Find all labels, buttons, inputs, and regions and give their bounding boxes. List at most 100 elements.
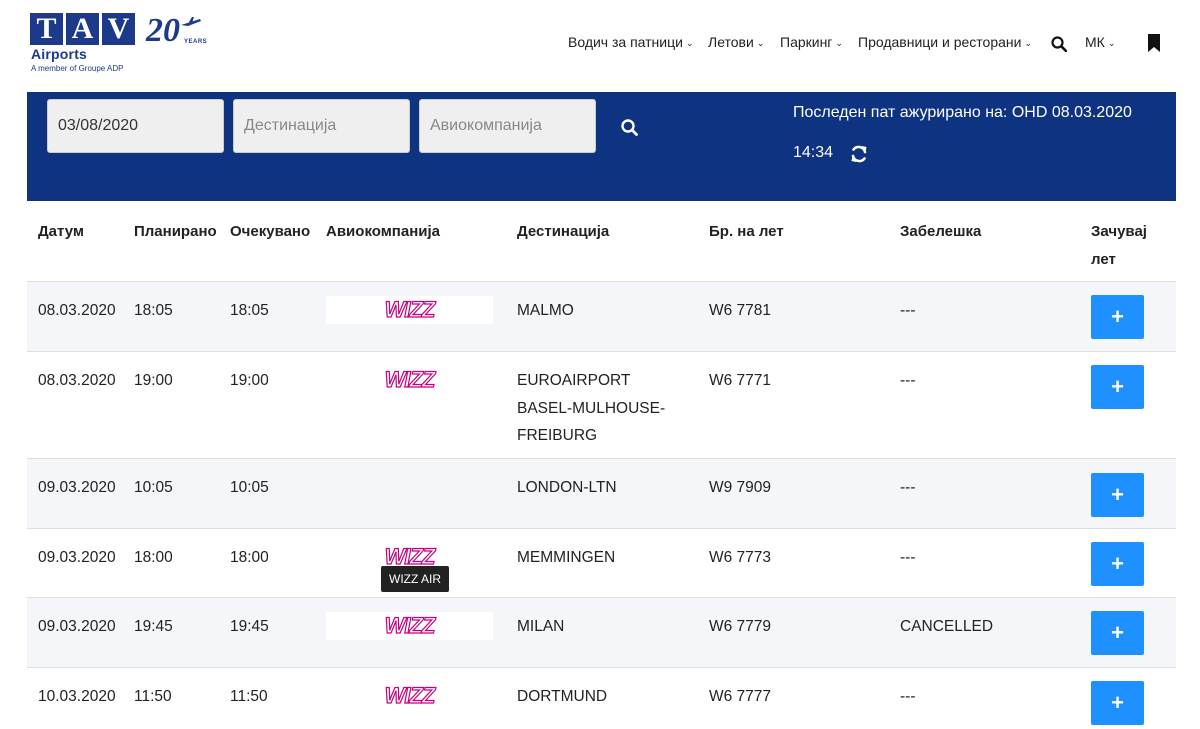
- anniversary-years: YEARS: [184, 39, 208, 45]
- nav-shops-restaurants[interactable]: Продавници и ресторани ⌄: [858, 34, 1032, 50]
- nav-label: Продавници и ресторани: [858, 34, 1022, 50]
- header-save-line1: Зачувај: [1091, 223, 1147, 240]
- cell-planned: 18:00: [134, 549, 173, 566]
- table-row: 09.03.2020 19:45 19:45 WIZZ MILAN W6 777…: [27, 597, 1176, 667]
- destination-line: FREIBURG: [517, 427, 598, 444]
- cell-date: 10.03.2020: [38, 688, 116, 705]
- chevron-down-icon: ⌄: [685, 38, 694, 48]
- cell-flight-number: W6 7781: [709, 302, 772, 319]
- cell-planned: 19:00: [134, 372, 173, 389]
- cell-date: 08.03.2020: [38, 302, 116, 319]
- language-label: МК: [1085, 34, 1105, 50]
- cell-destination: MALMO: [517, 302, 574, 319]
- cell-date: 09.03.2020: [38, 479, 116, 496]
- cell-expected: 11:50: [230, 688, 268, 705]
- header-destination: Дестинација: [517, 223, 610, 240]
- cell-date: 08.03.2020: [38, 372, 116, 389]
- airline-logo: WIZZ: [326, 366, 493, 394]
- airline-input[interactable]: [419, 99, 596, 153]
- flight-search-bar: Последен пат ажурирано на: OHD 08.03.202…: [27, 92, 1176, 201]
- cell-destination: MILAN: [517, 618, 565, 635]
- table-row: 10.03.2020 11:50 11:50 WIZZ DORTMUND W6 …: [27, 667, 1176, 729]
- cell-expected: 18:00: [230, 549, 269, 566]
- refresh-icon[interactable]: [849, 144, 869, 164]
- nav-passenger-guide[interactable]: Водич за патници ⌄: [568, 34, 694, 50]
- search-icon[interactable]: [1051, 36, 1067, 52]
- language-selector[interactable]: МК ⌄: [1085, 34, 1115, 50]
- save-flight-button[interactable]: +: [1091, 681, 1144, 725]
- cell-date: 09.03.2020: [38, 618, 116, 635]
- airline-logo: WIZZ: [326, 682, 493, 710]
- destination-input[interactable]: [233, 99, 410, 153]
- cell-note: CANCELLED: [900, 618, 994, 635]
- tav-letters: T A V: [30, 13, 135, 45]
- header-note: Забелешка: [900, 223, 982, 240]
- chevron-down-icon: ⌄: [756, 38, 765, 48]
- cell-destination: DORTMUND: [517, 688, 608, 705]
- logo-airports-text: Airports: [31, 46, 88, 62]
- save-flight-button[interactable]: +: [1091, 542, 1144, 586]
- cell-expected: 10:05: [230, 479, 269, 496]
- plane-icon: [181, 17, 201, 26]
- table-header: Датум Планирано Очекувано Авиокомпанија …: [27, 201, 1176, 281]
- cell-flight-number: W6 7777: [709, 688, 772, 705]
- header-expected: Очекувано: [230, 223, 311, 240]
- chevron-down-icon: ⌄: [1107, 38, 1116, 48]
- cell-planned: 19:45: [134, 618, 173, 635]
- cell-planned: 11:50: [134, 688, 172, 705]
- cell-flight-number: W6 7771: [709, 372, 772, 389]
- header-date: Датум: [38, 223, 84, 240]
- logo-letter: A: [66, 13, 99, 45]
- wizz-logo: WIZZ: [384, 296, 436, 322]
- table-row: 08.03.2020 18:05 18:05 WIZZ MALMO W6 778…: [27, 281, 1176, 351]
- header-save-line2: лет: [1091, 251, 1116, 268]
- date-input[interactable]: [47, 99, 224, 153]
- cell-note: ---: [900, 549, 916, 566]
- save-flight-button[interactable]: +: [1091, 473, 1144, 517]
- tav-airports-logo[interactable]: T A V Airports A member of Groupe ADP 20…: [30, 12, 208, 75]
- header-airline: Авиокомпанија: [326, 223, 441, 240]
- airline-logo: WIZZ: [326, 612, 493, 640]
- table-row: 09.03.2020 18:00 18:00 WIZZ MEMMINGEN W6…: [27, 528, 1176, 597]
- logo-member-text: A member of Groupe ADP: [31, 64, 124, 73]
- anniversary-number: 20: [146, 12, 180, 49]
- destination-line: BASEL-MULHOUSE-: [517, 399, 666, 417]
- header-flight-number: Бр. на лет: [709, 223, 784, 240]
- chevron-down-icon: ⌄: [835, 38, 843, 48]
- table-row: 08.03.2020 19:00 19:00 WIZZ EUROAIRPORT …: [27, 351, 1176, 458]
- cell-destination: EUROAIRPORT BASEL-MULHOUSE- FREIBURG: [517, 367, 665, 450]
- cell-expected: 19:00: [230, 372, 269, 389]
- last-updated-label: Последен пат ажурирано на: OHD 08.03.202…: [793, 104, 1132, 121]
- nav-flights[interactable]: Летови ⌄: [708, 34, 764, 50]
- cell-note: ---: [900, 302, 916, 319]
- bookmark-icon[interactable]: [1147, 34, 1161, 52]
- airline-logo: WIZZ: [326, 296, 493, 324]
- cell-expected: 19:45: [230, 618, 269, 635]
- save-flight-button[interactable]: +: [1091, 365, 1144, 409]
- airline-tooltip: WIZZ AIR: [381, 566, 449, 592]
- wizz-logo: WIZZ: [384, 366, 436, 392]
- logo-letter: T: [30, 13, 63, 45]
- last-updated-time: 14:34: [793, 144, 834, 161]
- nav-label: Летови: [708, 34, 754, 50]
- logo-letter: V: [102, 13, 135, 45]
- cell-planned: 10:05: [134, 479, 173, 496]
- header-planned: Планирано: [134, 223, 217, 240]
- nav-parking[interactable]: Паркинг ⌄: [780, 34, 843, 50]
- wizz-logo: WIZZ: [384, 682, 436, 708]
- cell-flight-number: W6 7779: [709, 618, 772, 635]
- cell-destination: LONDON-LTN: [517, 479, 617, 496]
- cell-flight-number: W6 7773: [709, 549, 772, 566]
- cell-expected: 18:05: [230, 302, 269, 319]
- cell-date: 09.03.2020: [38, 549, 116, 566]
- site-header: T A V Airports A member of Groupe ADP 20…: [0, 0, 1200, 92]
- cell-planned: 18:05: [134, 302, 173, 319]
- wizz-logo: WIZZ: [384, 612, 436, 638]
- save-flight-button[interactable]: +: [1091, 295, 1144, 339]
- flights-table: Датум Планирано Очекувано Авиокомпанија …: [27, 201, 1176, 729]
- search-button[interactable]: [619, 117, 641, 139]
- save-flight-button[interactable]: +: [1091, 611, 1144, 655]
- nav-label: Паркинг: [780, 34, 833, 50]
- header-save-flight: Зачувај лет: [1091, 218, 1147, 274]
- cell-note: ---: [900, 688, 916, 705]
